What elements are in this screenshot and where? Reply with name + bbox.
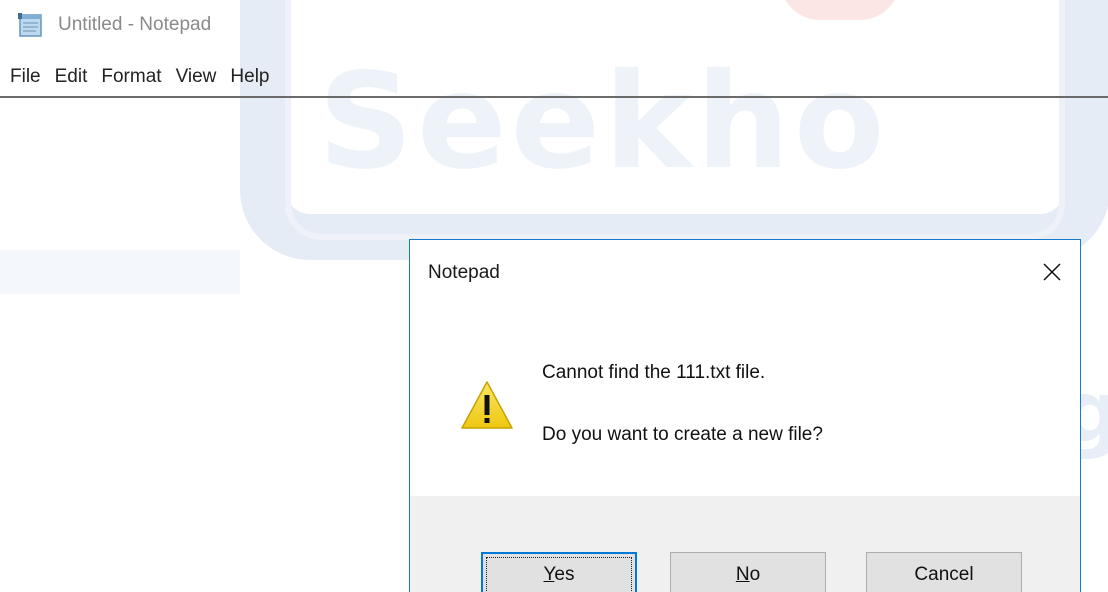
screen: Seekho By Vikas Singh Untitled - Notepad… (0, 0, 1108, 592)
yes-button[interactable]: Yes (481, 552, 637, 592)
menu-file[interactable]: File (10, 63, 53, 91)
menu-view[interactable]: View (176, 63, 229, 91)
close-icon (1043, 263, 1061, 281)
menu-help[interactable]: Help (230, 63, 281, 91)
no-mnemonic: N (735, 564, 750, 585)
no-button-label: No (736, 564, 760, 586)
menu-format[interactable]: Format (101, 63, 173, 91)
cancel-button-label: Cancel (914, 564, 974, 585)
dialog-close-button[interactable] (1038, 258, 1066, 286)
dialog-title: Notepad (428, 262, 500, 283)
window-title: Untitled - Notepad (58, 14, 212, 35)
yes-mnemonic: Y (543, 564, 555, 585)
warning-icon (461, 381, 513, 429)
dialog-message: Cannot find the 111.txt file. (542, 362, 766, 383)
yes-button-label: Yes (543, 564, 574, 586)
message-dialog: Notepad Cannot find the 111.txt file. Do… (409, 239, 1081, 592)
dialog-titlebar[interactable]: Notepad (410, 240, 1080, 306)
menu-edit[interactable]: Edit (55, 63, 100, 91)
dialog-question: Do you want to create a new file? (542, 424, 823, 445)
cancel-button[interactable]: Cancel (866, 552, 1022, 592)
yes-label-rest: es (554, 564, 575, 585)
no-button[interactable]: No (670, 552, 826, 592)
window-titlebar[interactable]: Untitled - Notepad (0, 0, 1108, 50)
notepad-icon (18, 13, 42, 37)
dialog-button-bar: Yes No Cancel (410, 496, 1080, 592)
menubar: File Edit Format View Help (0, 62, 283, 92)
no-label-rest: o (749, 564, 761, 585)
